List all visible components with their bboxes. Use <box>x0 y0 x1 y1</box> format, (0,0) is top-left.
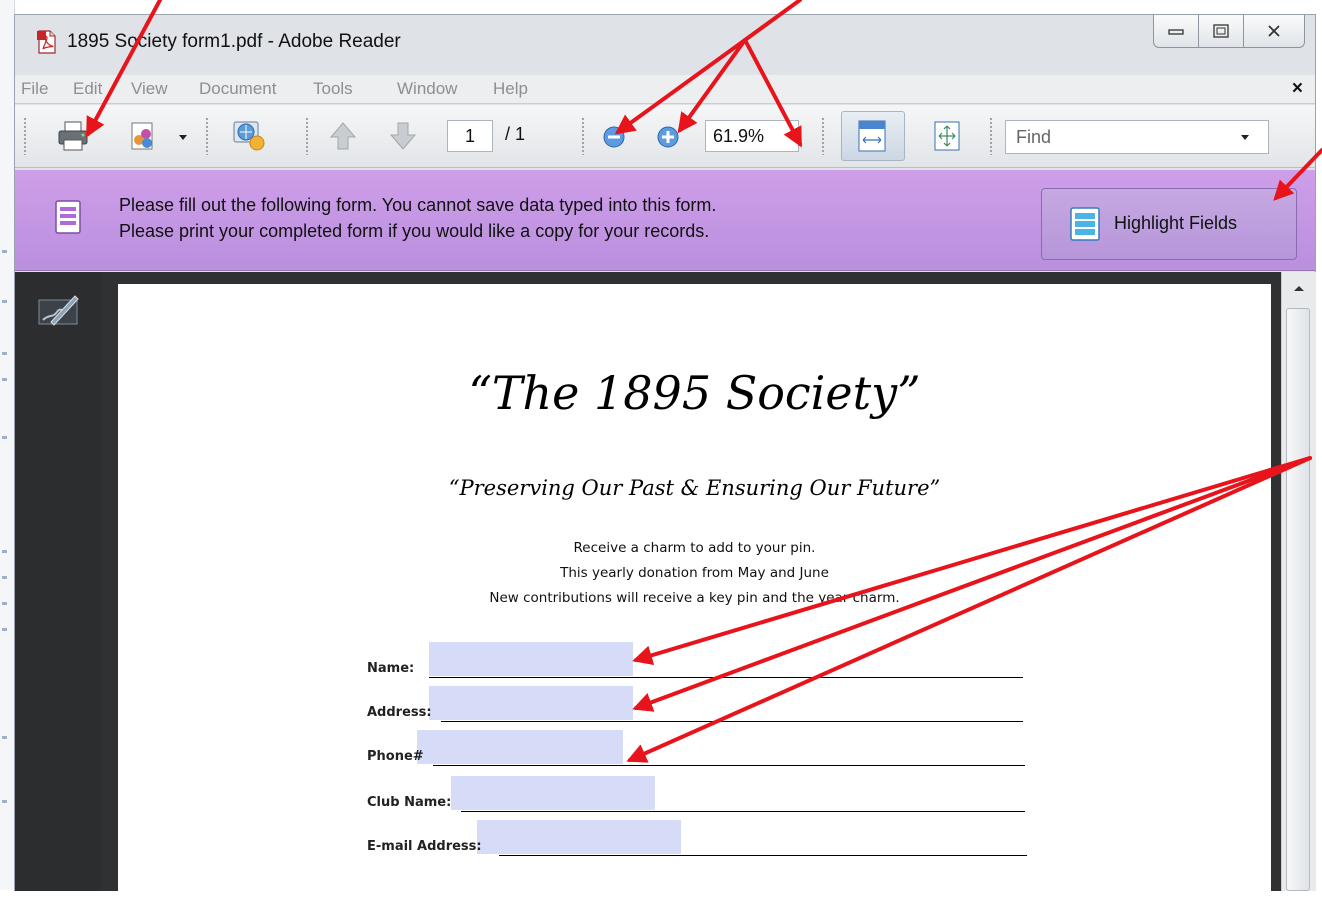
window-title: 1895 Society form1.pdf - Adobe Reader <box>67 31 401 52</box>
menu-edit[interactable]: Edit <box>73 79 102 99</box>
address-underline <box>441 721 1023 722</box>
toolbar-separator <box>821 117 825 155</box>
share-button[interactable] <box>125 118 161 154</box>
vertical-scrollbar[interactable] <box>1281 272 1316 891</box>
menu-file[interactable]: File <box>21 79 48 99</box>
menu-help[interactable]: Help <box>493 79 528 99</box>
next-page-button[interactable] <box>387 119 419 153</box>
fit-page-icon <box>934 121 960 151</box>
menu-window[interactable]: Window <box>397 79 457 99</box>
menu-document[interactable]: Document <box>199 79 276 99</box>
maximize-button[interactable] <box>1198 15 1244 48</box>
collaborate-icon <box>233 121 265 151</box>
minimize-button[interactable] <box>1153 15 1199 48</box>
pdf-file-icon <box>37 30 56 54</box>
email-address-field[interactable] <box>477 820 681 854</box>
print-icon <box>58 121 88 151</box>
pdf-page: “The 1895 Society” “Preserving Our Past … <box>118 284 1271 904</box>
club-name-field-row: Club Name: <box>367 776 1057 816</box>
close-document-button[interactable]: × <box>1292 78 1303 100</box>
fit-width-button[interactable] <box>841 111 905 161</box>
signature-icon[interactable] <box>37 292 81 330</box>
phone-field-row: Phone# <box>367 730 1057 770</box>
previous-page-icon <box>329 122 357 150</box>
find-input[interactable]: Find <box>1005 120 1269 154</box>
toolbar-separator <box>205 117 209 155</box>
address-label: Address: <box>367 705 432 720</box>
email-address-underline <box>499 855 1027 856</box>
document-viewport[interactable]: “The 1895 Society” “Preserving Our Past … <box>101 272 1281 904</box>
find-placeholder: Find <box>1016 127 1052 147</box>
document-title: “The 1895 Society” <box>468 366 921 420</box>
collaborate-button[interactable] <box>229 115 269 155</box>
scrollbar-thumb[interactable] <box>1286 308 1310 891</box>
email-field-row: E-mail Address: <box>367 820 1057 860</box>
previous-page-button[interactable] <box>327 119 359 153</box>
close-window-button[interactable] <box>1243 15 1305 48</box>
share-dropdown-caret[interactable] <box>179 135 187 140</box>
address-field[interactable] <box>429 686 633 720</box>
print-button[interactable] <box>55 118 91 154</box>
document-line-2: This yearly donation from May and June <box>560 565 829 581</box>
title-bar: 1895 Society form1.pdf - Adobe Reader <box>15 15 1315 73</box>
club-name-label: Club Name: <box>367 795 452 810</box>
zoom-level-input[interactable]: 61.9% <box>705 120 799 152</box>
address-field-row: Address: <box>367 686 1057 726</box>
scroll-up-icon[interactable] <box>1293 284 1305 292</box>
adobe-reader-window: 1895 Society form1.pdf - Adobe Reader Fi… <box>14 14 1316 904</box>
form-notification-bar: Please fill out the following form. You … <box>15 170 1315 271</box>
name-field[interactable] <box>429 642 633 676</box>
form-message-line1: Please fill out the following form. You … <box>119 195 717 215</box>
toolbar-separator <box>581 117 585 155</box>
form-message-line2: Please print your completed form if you … <box>119 221 710 241</box>
document-line-3: New contributions will receive a key pin… <box>489 590 900 606</box>
form-message: Please fill out the following form. You … <box>119 192 716 244</box>
maximize-icon <box>1213 24 1229 38</box>
club-name-underline <box>461 811 1025 812</box>
next-page-icon <box>389 122 417 150</box>
highlight-fields-button[interactable]: Highlight Fields <box>1041 188 1297 260</box>
highlight-fields-label: Highlight Fields <box>1114 213 1238 233</box>
name-label: Name: <box>367 661 415 676</box>
page-total-label: / 1 <box>505 124 526 144</box>
fit-width-icon <box>858 120 886 152</box>
email-address-label: E-mail Address: <box>367 839 482 854</box>
close-icon <box>1268 25 1280 37</box>
menu-bar: File Edit View Document Tools Window Hel… <box>15 75 1315 104</box>
club-name-field[interactable] <box>451 776 655 810</box>
minimize-icon <box>1168 29 1184 35</box>
toolbar: 1 / 1 61.9% Find <box>15 105 1315 168</box>
phone-label: Phone# <box>367 749 424 764</box>
share-icon <box>131 122 153 150</box>
menu-tools[interactable]: Tools <box>313 79 353 99</box>
zoom-out-button[interactable] <box>601 124 627 150</box>
document-line-1: Receive a charm to add to your pin. <box>573 540 816 556</box>
form-icon <box>55 200 81 234</box>
phone-field[interactable] <box>417 730 623 764</box>
zoom-out-icon <box>603 126 625 148</box>
navigation-pane <box>15 272 101 891</box>
page-number-input[interactable]: 1 <box>447 120 493 152</box>
zoom-dropdown-caret[interactable] <box>789 134 797 139</box>
name-field-row: Name: <box>367 642 1057 682</box>
document-motto: “Preserving Our Past & Ensuring Our Futu… <box>448 476 941 500</box>
name-underline <box>429 677 1023 678</box>
find-dropdown-caret[interactable] <box>1241 135 1249 140</box>
fit-page-button[interactable] <box>929 117 965 155</box>
toolbar-grip[interactable] <box>23 117 27 155</box>
phone-underline <box>433 765 1025 766</box>
toolbar-separator <box>989 117 993 155</box>
highlight-fields-icon <box>1070 207 1100 241</box>
toolbar-separator <box>305 117 309 155</box>
zoom-in-button[interactable] <box>655 124 681 150</box>
menu-view[interactable]: View <box>131 79 168 99</box>
zoom-in-icon <box>657 126 679 148</box>
background-window-edge <box>0 0 15 890</box>
zoom-level-value: 61.9% <box>713 126 765 146</box>
